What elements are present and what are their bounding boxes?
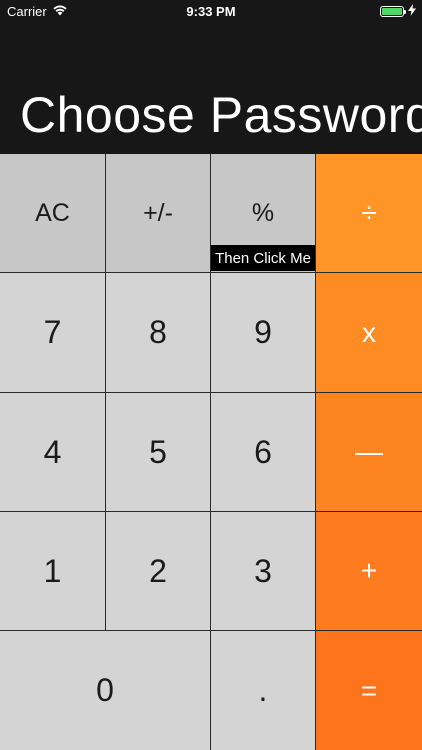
status-time: 9:33 PM — [186, 4, 236, 19]
digit-3-button[interactable]: 3 — [211, 512, 316, 631]
digit-6-button[interactable]: 6 — [211, 393, 316, 512]
status-bar: Carrier 9:33 PM — [0, 0, 422, 24]
display-title: Choose Password — [20, 87, 422, 143]
digit-2-button[interactable]: 2 — [106, 512, 211, 631]
equals-button[interactable]: = — [316, 631, 422, 750]
hint-label: Then Click Me — [211, 245, 315, 271]
digit-9-button[interactable]: 9 — [211, 273, 316, 393]
ac-button[interactable]: AC — [0, 154, 106, 273]
digit-8-button[interactable]: 8 — [106, 273, 211, 393]
plus-minus-button[interactable]: +/- — [106, 154, 211, 273]
digit-4-button[interactable]: 4 — [0, 393, 106, 512]
decimal-button[interactable]: . — [211, 631, 316, 750]
multiply-button[interactable]: x — [316, 273, 422, 393]
digit-1-button[interactable]: 1 — [0, 512, 106, 631]
divide-button[interactable]: ÷ — [316, 154, 422, 273]
minus-button[interactable]: — — [316, 393, 422, 512]
digit-7-button[interactable]: 7 — [0, 273, 106, 393]
status-right-group — [380, 4, 416, 19]
percent-label: % — [251, 198, 275, 227]
battery-icon — [380, 6, 406, 17]
digit-5-button[interactable]: 5 — [106, 393, 211, 512]
keypad: AC +/- % ÷ 7 8 9 x 4 5 6 — 1 2 3 + 0 . = — [0, 154, 422, 750]
digit-0-button[interactable]: 0 — [0, 631, 211, 750]
display-area: Choose Password — [0, 24, 422, 154]
plus-button[interactable]: + — [316, 512, 422, 631]
charging-bolt-icon — [408, 4, 416, 19]
